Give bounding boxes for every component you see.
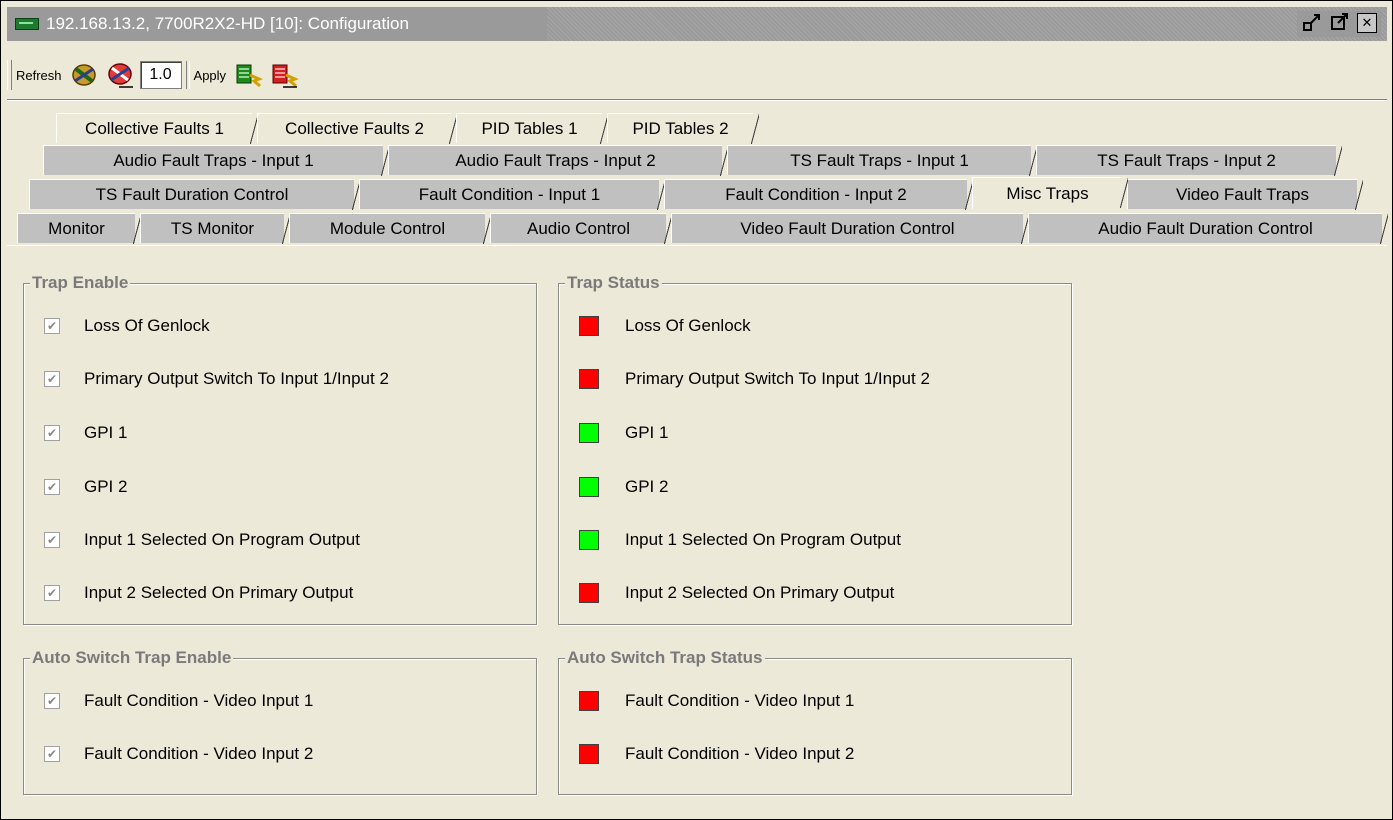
tab-module-control[interactable]: Module Control — [289, 213, 491, 244]
module-card-icon — [15, 18, 39, 30]
refresh-interval-field[interactable]: 1.0 — [139, 61, 182, 89]
checkbox[interactable]: ✔ — [44, 371, 60, 387]
status-led — [579, 369, 599, 389]
auto-switch-status-label: Fault Condition - Video Input 1 — [625, 691, 855, 710]
status-led — [579, 691, 599, 711]
trap-enable-label: Input 1 Selected On Program Output — [84, 530, 360, 549]
apply-label[interactable]: Apply — [194, 68, 227, 83]
trap-status-row: Primary Output Switch To Input 1/Input 2 — [579, 367, 930, 391]
apply-icon[interactable] — [232, 60, 264, 90]
maximize-icon[interactable] — [1329, 11, 1351, 33]
checkbox[interactable]: ✔ — [44, 532, 60, 548]
trap-status-label: GPI 2 — [625, 477, 669, 496]
trap-status-row: Input 1 Selected On Program Output — [579, 528, 901, 552]
auto-switch-trap-status-group: Auto Switch Trap Status Fault Condition … — [558, 648, 1072, 795]
trap-enable-row[interactable]: ✔ GPI 1 — [44, 421, 127, 445]
status-led — [579, 423, 599, 443]
tab-ts-monitor[interactable]: TS Monitor — [140, 213, 290, 244]
tab-fault-condition-input-1[interactable]: Fault Condition - Input 1 — [359, 179, 665, 210]
tab-audio-fault-traps-input-1[interactable]: Audio Fault Traps - Input 1 — [43, 145, 389, 176]
trap-enable-label: GPI 1 — [84, 423, 128, 442]
tab-audio-fault-duration-control[interactable]: Audio Fault Duration Control — [1028, 213, 1388, 244]
auto-apply-icon[interactable] — [268, 60, 300, 90]
title-bar[interactable]: 192.168.13.2, 7700R2X2-HD [10]: Configur… — [7, 7, 1387, 41]
auto-switch-trap-status-title: Auto Switch Trap Status — [565, 648, 765, 668]
auto-switch-trap-enable-title: Auto Switch Trap Enable — [30, 648, 234, 668]
status-led — [579, 744, 599, 764]
auto-switch-status-label: Fault Condition - Video Input 2 — [625, 744, 855, 763]
trap-status-row: Loss Of Genlock — [579, 314, 751, 338]
tab-ts-fault-duration-control[interactable]: TS Fault Duration Control — [29, 179, 360, 210]
trap-status-group: Trap Status Loss Of Genlock Primary Outp… — [558, 273, 1072, 625]
trap-status-row: GPI 2 — [579, 475, 668, 499]
tab-fault-condition-input-2[interactable]: Fault Condition - Input 2 — [664, 179, 973, 210]
tab-ts-fault-traps-input-1[interactable]: TS Fault Traps - Input 1 — [727, 145, 1037, 176]
checkbox[interactable]: ✔ — [44, 479, 60, 495]
trap-enable-row[interactable]: ✔ Input 2 Selected On Primary Output — [44, 581, 353, 605]
tab-pid-tables-1[interactable]: PID Tables 1 — [456, 113, 608, 144]
trap-enable-label: Input 2 Selected On Primary Output — [84, 583, 354, 602]
tab-video-fault-traps[interactable]: Video Fault Traps — [1127, 179, 1363, 210]
status-led — [579, 583, 599, 603]
trap-enable-group: Trap Enable ✔ Loss Of Genlock ✔ Primary … — [23, 273, 537, 625]
tab-collective-faults-1[interactable]: Collective Faults 1 — [56, 113, 258, 144]
tab-video-fault-duration-control[interactable]: Video Fault Duration Control — [671, 213, 1029, 244]
refresh-label[interactable]: Refresh — [16, 68, 62, 83]
tab-baseline — [7, 245, 1387, 246]
trap-enable-row[interactable]: ✔ Primary Output Switch To Input 1/Input… — [44, 367, 389, 391]
trap-status-label: Input 2 Selected On Primary Output — [625, 583, 895, 602]
auto-switch-trap-enable-group: Auto Switch Trap Enable ✔ Fault Conditio… — [23, 648, 537, 795]
status-led — [579, 530, 599, 550]
toolbar-divider — [7, 99, 1387, 101]
trap-enable-label: Primary Output Switch To Input 1/Input 2 — [84, 369, 389, 388]
trap-status-label: GPI 1 — [625, 423, 669, 442]
toolbar-separator — [185, 61, 190, 89]
checkbox[interactable]: ✔ — [44, 693, 60, 709]
trap-enable-row[interactable]: ✔ Input 1 Selected On Program Output — [44, 528, 360, 552]
checkbox[interactable]: ✔ — [44, 746, 60, 762]
tab-pid-tables-2[interactable]: PID Tables 2 — [607, 113, 759, 144]
status-led — [579, 477, 599, 497]
window-title: 192.168.13.2, 7700R2X2-HD [10]: Configur… — [46, 14, 409, 33]
refresh-icon[interactable] — [68, 60, 100, 90]
tab-ts-fault-traps-input-2[interactable]: TS Fault Traps - Input 2 — [1036, 145, 1342, 176]
checkbox[interactable]: ✔ — [44, 585, 60, 601]
toolbar: Refresh 1.0 Apply — [7, 57, 1387, 93]
trap-status-row: GPI 1 — [579, 421, 668, 445]
tab-audio-fault-traps-input-2[interactable]: Audio Fault Traps - Input 2 — [388, 145, 728, 176]
trap-status-title: Trap Status — [565, 273, 662, 293]
tab-misc-traps[interactable]: Misc Traps — [972, 177, 1128, 209]
trap-enable-row[interactable]: ✔ Loss Of Genlock — [44, 314, 210, 338]
tab-monitor[interactable]: Monitor — [17, 213, 141, 244]
trap-enable-label: GPI 2 — [84, 477, 128, 496]
close-icon[interactable]: ✕ — [1357, 13, 1377, 33]
trap-enable-label: Loss Of Genlock — [84, 316, 210, 335]
trap-status-row: Input 2 Selected On Primary Output — [579, 581, 894, 605]
status-led — [579, 316, 599, 336]
trap-enable-row[interactable]: ✔ GPI 2 — [44, 475, 127, 499]
auto-refresh-icon[interactable] — [104, 60, 136, 90]
auto-switch-enable-label: Fault Condition - Video Input 2 — [84, 744, 314, 763]
auto-switch-enable-label: Fault Condition - Video Input 1 — [84, 691, 314, 710]
trap-status-label: Input 1 Selected On Program Output — [625, 530, 901, 549]
tab-audio-control[interactable]: Audio Control — [490, 213, 672, 244]
configuration-window: 192.168.13.2, 7700R2X2-HD [10]: Configur… — [0, 0, 1393, 820]
checkbox[interactable]: ✔ — [44, 425, 60, 441]
minimize-icon[interactable] — [1301, 11, 1323, 33]
tab-collective-faults-2[interactable]: Collective Faults 2 — [257, 113, 457, 144]
toolbar-grip[interactable] — [7, 60, 12, 90]
auto-switch-enable-row[interactable]: ✔ Fault Condition - Video Input 2 — [44, 742, 313, 766]
trap-enable-title: Trap Enable — [30, 273, 131, 293]
auto-switch-status-row: Fault Condition - Video Input 2 — [579, 742, 854, 766]
trap-status-label: Primary Output Switch To Input 1/Input 2 — [625, 369, 930, 388]
auto-switch-status-row: Fault Condition - Video Input 1 — [579, 689, 854, 713]
trap-status-label: Loss Of Genlock — [625, 316, 751, 335]
auto-switch-enable-row[interactable]: ✔ Fault Condition - Video Input 1 — [44, 689, 313, 713]
checkbox[interactable]: ✔ — [44, 318, 60, 334]
